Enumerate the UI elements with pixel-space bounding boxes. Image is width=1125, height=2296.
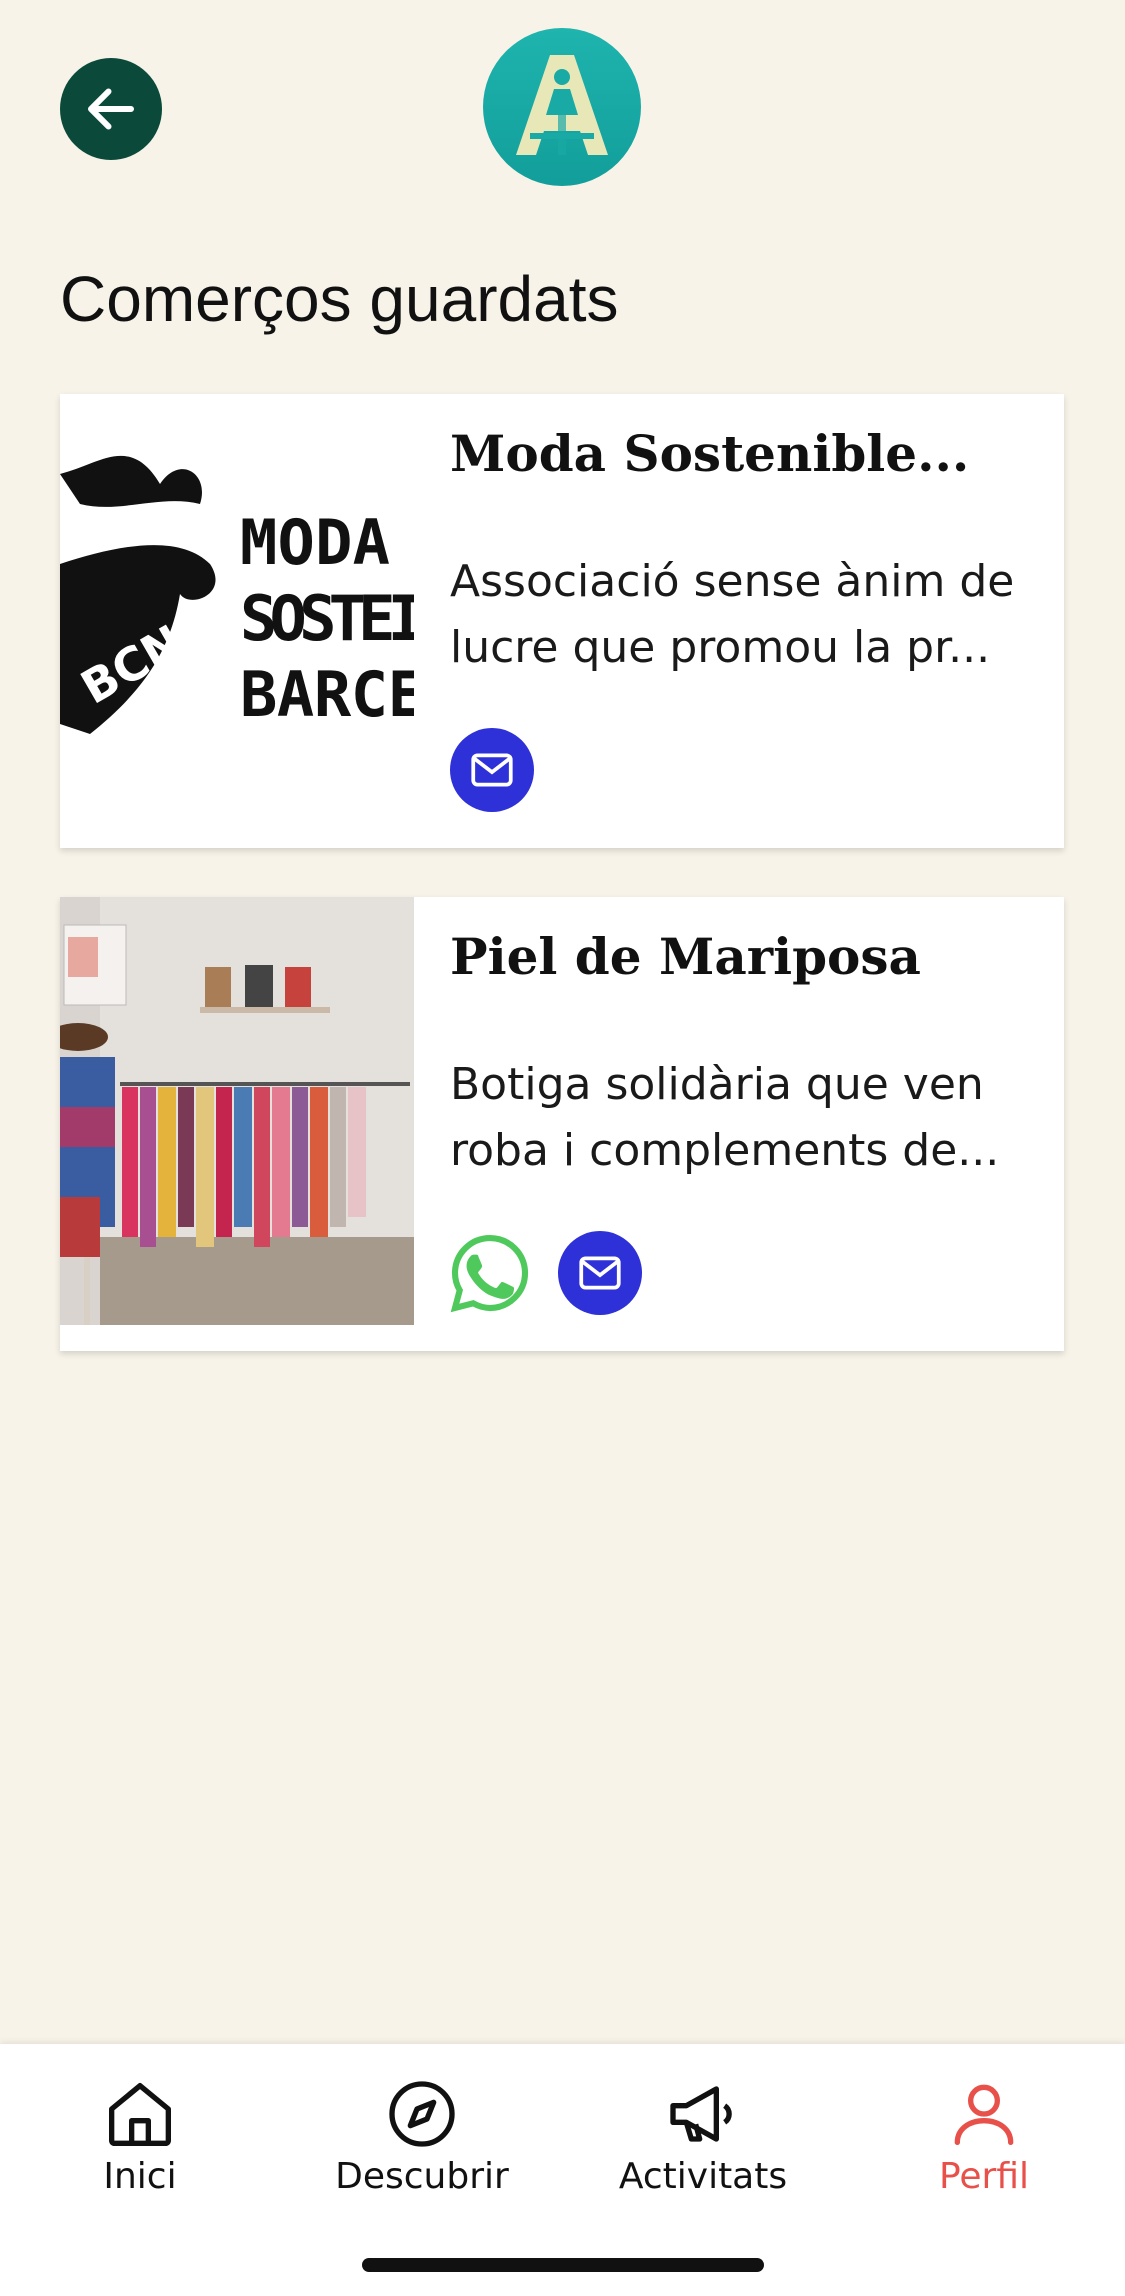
shop-image: BCN MODA SOSTEI BARCE [60, 394, 414, 848]
home-indicator[interactable] [362, 2258, 764, 2272]
nav-item-inici[interactable]: Inici [40, 2074, 240, 2214]
mail-button[interactable] [450, 728, 534, 812]
mail-button[interactable] [558, 1231, 642, 1315]
mail-icon [471, 753, 513, 787]
user-icon [954, 2084, 1014, 2145]
back-button[interactable] [60, 58, 162, 160]
home-icon [109, 2083, 171, 2146]
image-text-line-3: BARCE [240, 658, 414, 731]
nav-label: Inici [103, 2156, 177, 2197]
image-text-line-2: SOSTEI [240, 582, 414, 655]
nav-label: Activitats [618, 2156, 788, 2197]
nav-label: Perfil [938, 2156, 1030, 2197]
nav-label: Descubrir [335, 2156, 509, 2197]
mail-icon [579, 1256, 621, 1290]
shop-card[interactable]: BCN MODA SOSTEI BARCE Moda Sostenible...… [60, 394, 1064, 848]
shop-title: Moda Sostenible... [450, 424, 970, 483]
shop-image [60, 897, 414, 1325]
shop-description: Associació sense ànim de lucre que promo… [450, 549, 1050, 681]
app-logo [483, 28, 641, 186]
arrow-left-icon [88, 88, 134, 130]
whatsapp-icon [450, 1234, 529, 1313]
shop-description-line: roba i complements de... [450, 1125, 1000, 1176]
app-logo-a-icon [516, 55, 608, 155]
saved-shops-screen: Comerços guardats BCN MODA SOSTEI BARCE … [0, 0, 1125, 2296]
nav-item-descubrir[interactable]: Descubrir [322, 2074, 522, 2214]
shop-description-line: Botiga solidària que ven [450, 1059, 984, 1110]
shop-description-line: lucre que promou la pr... [450, 622, 991, 673]
boutique-photo [60, 897, 414, 1325]
shop-description-line: Associació sense ànim de [450, 556, 1015, 607]
shop-description: Botiga solidària que ven roba i compleme… [450, 1052, 1050, 1184]
shop-card[interactable]: Piel de Mariposa Botiga solidària que ve… [60, 897, 1064, 1351]
image-text-line-1: MODA [240, 506, 390, 579]
shop-title: Piel de Mariposa [450, 927, 921, 986]
megaphone-icon [670, 2086, 732, 2142]
page-title: Comerços guardats [60, 263, 619, 335]
nav-item-activitats[interactable]: Activitats [603, 2074, 803, 2214]
nav-item-perfil[interactable]: Perfil [884, 2074, 1084, 2214]
compass-icon [389, 2081, 455, 2147]
moda-sostenible-logo: BCN MODA SOSTEI BARCE [60, 455, 414, 734]
whatsapp-button[interactable] [448, 1231, 532, 1315]
